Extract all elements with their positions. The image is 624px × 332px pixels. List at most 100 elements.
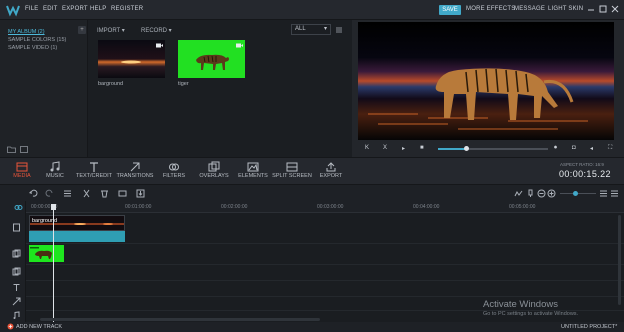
tool-transitions[interactable]: TRANSITIONS: [114, 158, 156, 184]
track-divider: [26, 243, 624, 244]
elements-icon: [247, 160, 259, 172]
delete-album-icon[interactable]: [20, 146, 28, 153]
tool-elements[interactable]: ELEMENTS: [236, 158, 270, 184]
playhead[interactable]: [53, 206, 54, 324]
message-button[interactable]: MESSAGE: [514, 6, 545, 12]
ruler-tick-4: 00:04:00:00: [413, 204, 440, 210]
tool-split-screen[interactable]: SPLIT SCREEN: [272, 158, 312, 184]
add-track-icon[interactable]: [7, 323, 14, 330]
album-item-sample-video[interactable]: SAMPLE VIDEO (1): [8, 45, 57, 51]
snapshot-icon[interactable]: ◘: [572, 145, 576, 151]
skip-back-icon[interactable]: K: [365, 145, 369, 151]
close-icon[interactable]: [610, 4, 620, 14]
save-button[interactable]: SAVE: [439, 5, 461, 15]
add-new-track-button[interactable]: ADD NEW TRACK: [16, 324, 62, 330]
zoom-in-icon[interactable]: [547, 189, 556, 198]
trash-icon[interactable]: [100, 189, 109, 198]
playhead-handle[interactable]: [51, 204, 56, 210]
volume-icon[interactable]: ◂: [590, 145, 593, 152]
fit-timeline-icon[interactable]: [599, 189, 608, 198]
preview-progress-fill: [438, 148, 466, 150]
menu-export[interactable]: EXPORT: [62, 6, 88, 12]
record-dropdown[interactable]: RECORD ▾: [141, 27, 172, 34]
filter-value: ALL: [295, 26, 306, 32]
zoom-out-icon[interactable]: [537, 189, 546, 198]
stop-icon[interactable]: ■: [420, 145, 424, 151]
tool-label-text-credit: TEXT/CREDIT: [75, 173, 113, 179]
preview-screen[interactable]: [358, 22, 614, 140]
crop-icon[interactable]: [118, 189, 127, 198]
album-item-sample-colors[interactable]: SAMPLE COLORS (15): [8, 37, 66, 43]
tool-label-export: EXPORT: [319, 173, 343, 179]
maximize-icon[interactable]: [598, 4, 608, 14]
play-icon[interactable]: ▸: [402, 145, 405, 152]
audio-bar-barground[interactable]: [29, 231, 125, 242]
tool-label-music: MUSIC: [46, 173, 64, 179]
tool-label-split-screen: SPLIT SCREEN: [272, 173, 312, 179]
menu-help[interactable]: HELP: [90, 6, 106, 12]
tool-label-elements: ELEMENTS: [238, 173, 268, 179]
tool-music[interactable]: MUSIC: [38, 158, 72, 184]
track-divider: [26, 296, 624, 297]
menu-register[interactable]: REGISTER: [111, 6, 143, 12]
undo-icon[interactable]: [29, 189, 38, 198]
more-effects-button[interactable]: MORE EFFECTS: [466, 6, 515, 12]
zoom-slider[interactable]: [560, 193, 596, 194]
text-track-icon: [12, 283, 21, 292]
pip-track-icon: [12, 249, 21, 258]
timeline-horizontal-scrollbar[interactable]: [40, 318, 320, 321]
tool-label-transitions: TRANSITIONS: [116, 173, 154, 179]
timeline-settings-icon[interactable]: [610, 189, 619, 198]
media-thumb-barground[interactable]: [98, 40, 165, 78]
record-label: RECORD: [141, 28, 168, 34]
minimize-icon[interactable]: [586, 4, 596, 14]
microphone-icon[interactable]: ⏺: [554, 145, 557, 152]
prev-frame-icon[interactable]: X: [383, 145, 387, 151]
folder-icon[interactable]: [7, 146, 16, 153]
tool-filters[interactable]: FILTERS: [158, 158, 190, 184]
text-icon: [88, 160, 100, 172]
timeline-vertical-scrollbar[interactable]: [618, 215, 621, 305]
timecode-display: 00:00:15.22: [559, 169, 611, 179]
menu-file[interactable]: FILE: [25, 6, 38, 12]
voiceover-icon[interactable]: [526, 189, 535, 198]
list-view-icon[interactable]: [334, 25, 344, 35]
import-label: IMPORT: [97, 28, 121, 34]
album-item-my-album[interactable]: MY ALBUM (2): [8, 29, 45, 35]
media-thumb-label-barground: barground: [98, 81, 124, 87]
properties-icon[interactable]: [63, 189, 72, 198]
effect-track-icon: [12, 297, 21, 306]
import-dropdown[interactable]: IMPORT ▾: [97, 27, 125, 34]
track-divider: [26, 280, 624, 281]
ruler-tick-2: 00:02:00:00: [221, 204, 248, 210]
video-camera-icon: [236, 43, 243, 48]
cut-icon[interactable]: [82, 189, 91, 198]
export-frame-icon[interactable]: [136, 189, 145, 198]
light-skin-button[interactable]: LIGHT SKIN: [548, 6, 583, 12]
ruler-tick-1: 00:01:00:00: [125, 204, 152, 210]
tool-export[interactable]: EXPORT: [316, 158, 346, 184]
tool-media[interactable]: MEDIA: [5, 158, 39, 184]
audio-mixer-icon[interactable]: [514, 189, 523, 198]
fullscreen-icon[interactable]: ⛶: [608, 145, 612, 152]
video-camera-icon: [156, 43, 163, 48]
bottom-bar: [0, 322, 624, 332]
media-thumb-label-tiger: tiger: [178, 81, 189, 87]
menu-edit[interactable]: EDIT: [43, 6, 57, 12]
pip-clip-tiger[interactable]: [29, 245, 64, 262]
activate-windows-subtitle: Go to PC settings to activate Windows.: [483, 311, 579, 317]
export-icon: [325, 160, 337, 172]
tool-overlays[interactable]: OVERLAYS: [196, 158, 232, 184]
project-title: UNTITLED PROJECT*: [561, 324, 618, 330]
media-filter-select[interactable]: ALL ▾: [291, 24, 331, 35]
chevron-down-icon: ▾: [323, 26, 327, 32]
tool-text-credit[interactable]: TEXT/CREDIT: [74, 158, 114, 184]
media-thumb-tiger[interactable]: [178, 40, 245, 78]
zoom-slider-handle[interactable]: [573, 191, 578, 196]
overlays-icon: [208, 160, 220, 172]
preview-scrub-handle[interactable]: [463, 146, 469, 151]
tool-label-media: MEDIA: [13, 173, 31, 179]
link-icon[interactable]: [14, 203, 23, 212]
redo-icon[interactable]: [45, 189, 54, 198]
add-album-button[interactable]: +: [78, 26, 86, 34]
